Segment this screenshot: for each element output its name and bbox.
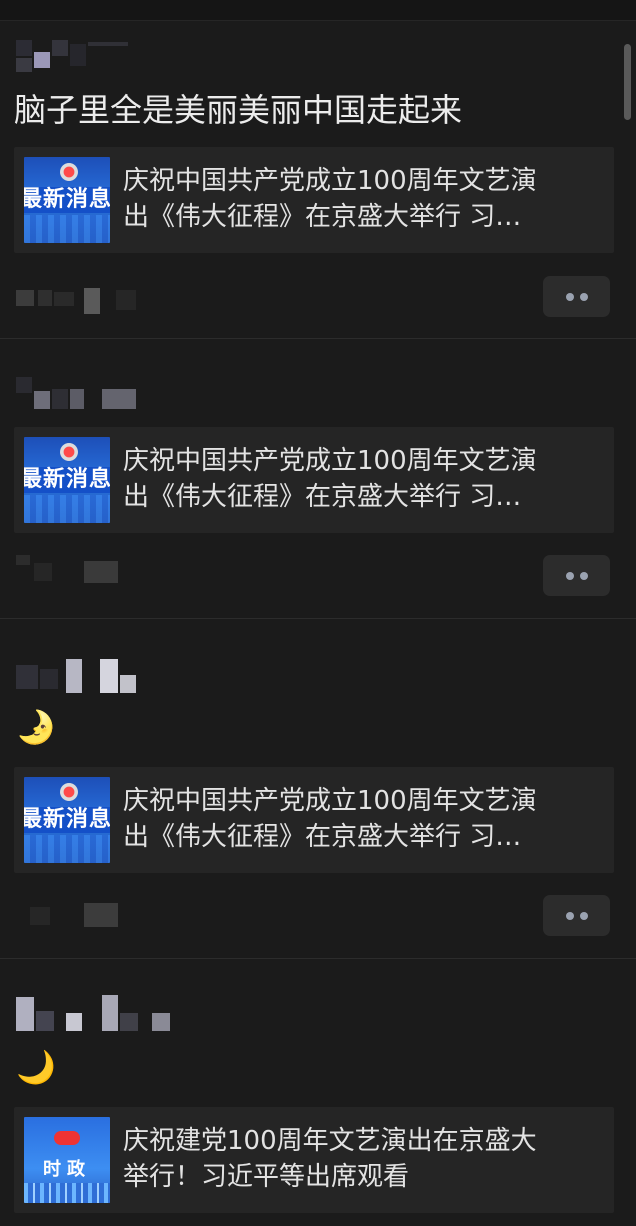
post-meta-blurred [16, 286, 146, 316]
shared-article-card[interactable]: 最新消息 庆祝中国共产党成立100周年文艺演 出《伟大征程》在京盛大举行 习… [14, 147, 614, 253]
party-emblem-icon [60, 163, 78, 181]
shared-article-card[interactable]: 时政 庆祝建党100周年文艺演出在京盛大 举行！习近平等出席观看 [14, 1107, 614, 1213]
article-title: 庆祝中国共产党成立100周年文艺演 出《伟大征程》在京盛大举行 习… [123, 786, 537, 852]
article-title: 庆祝建党100周年文艺演出在京盛大 举行！习近平等出席观看 [123, 1126, 537, 1192]
feed-post-1: 脑子里全是美丽美丽中国走起来 最新消息 庆祝中国共产党成立100周年文艺演 出《… [0, 20, 636, 339]
news-logo-icon [54, 1131, 80, 1145]
article-title: 庆祝中国共产党成立100周年文艺演 出《伟大征程》在京盛大举行 习… [123, 166, 537, 232]
more-dots-icon[interactable] [543, 276, 610, 317]
more-dots-icon[interactable] [543, 555, 610, 596]
article-thumbnail: 最新消息 [24, 437, 110, 523]
feed-post-2: 最新消息 庆祝中国共产党成立100周年文艺演 出《伟大征程》在京盛大举行 习… [0, 339, 636, 619]
moon-emoji: 🌙 [16, 1048, 56, 1086]
post-meta-blurred [16, 555, 146, 585]
author-name-blurred[interactable] [16, 995, 176, 1031]
party-emblem-icon [60, 443, 78, 461]
article-thumbnail: 时政 [24, 1117, 110, 1203]
city-skyline-icon [24, 1183, 110, 1203]
moon-emoji: 🌛 [16, 708, 56, 746]
article-thumbnail: 最新消息 [24, 777, 110, 863]
shared-article-card[interactable]: 最新消息 庆祝中国共产党成立100周年文艺演 出《伟大征程》在京盛大举行 习… [14, 767, 614, 873]
party-emblem-icon [60, 783, 78, 801]
author-name-blurred[interactable] [16, 40, 146, 76]
author-name-blurred[interactable] [16, 659, 146, 695]
feed-post-3: 🌛 最新消息 庆祝中国共产党成立100周年文艺演 出《伟大征程》在京盛大举行 习… [0, 619, 636, 959]
author-name-blurred[interactable] [16, 377, 146, 413]
feed-post-4: 🌙 时政 庆祝建党100周年文艺演出在京盛大 举行！习近平等出席观看 [0, 959, 636, 1226]
shared-article-card[interactable]: 最新消息 庆祝中国共产党成立100周年文艺演 出《伟大征程》在京盛大举行 习… [14, 427, 614, 533]
article-thumbnail: 最新消息 [24, 157, 110, 243]
more-dots-icon[interactable] [543, 895, 610, 936]
article-title: 庆祝中国共产党成立100周年文艺演 出《伟大征程》在京盛大举行 习… [123, 446, 537, 512]
top-bar [0, 0, 636, 21]
post-text: 脑子里全是美丽美丽中国走起来 [14, 91, 463, 129]
post-meta-blurred [16, 899, 146, 929]
